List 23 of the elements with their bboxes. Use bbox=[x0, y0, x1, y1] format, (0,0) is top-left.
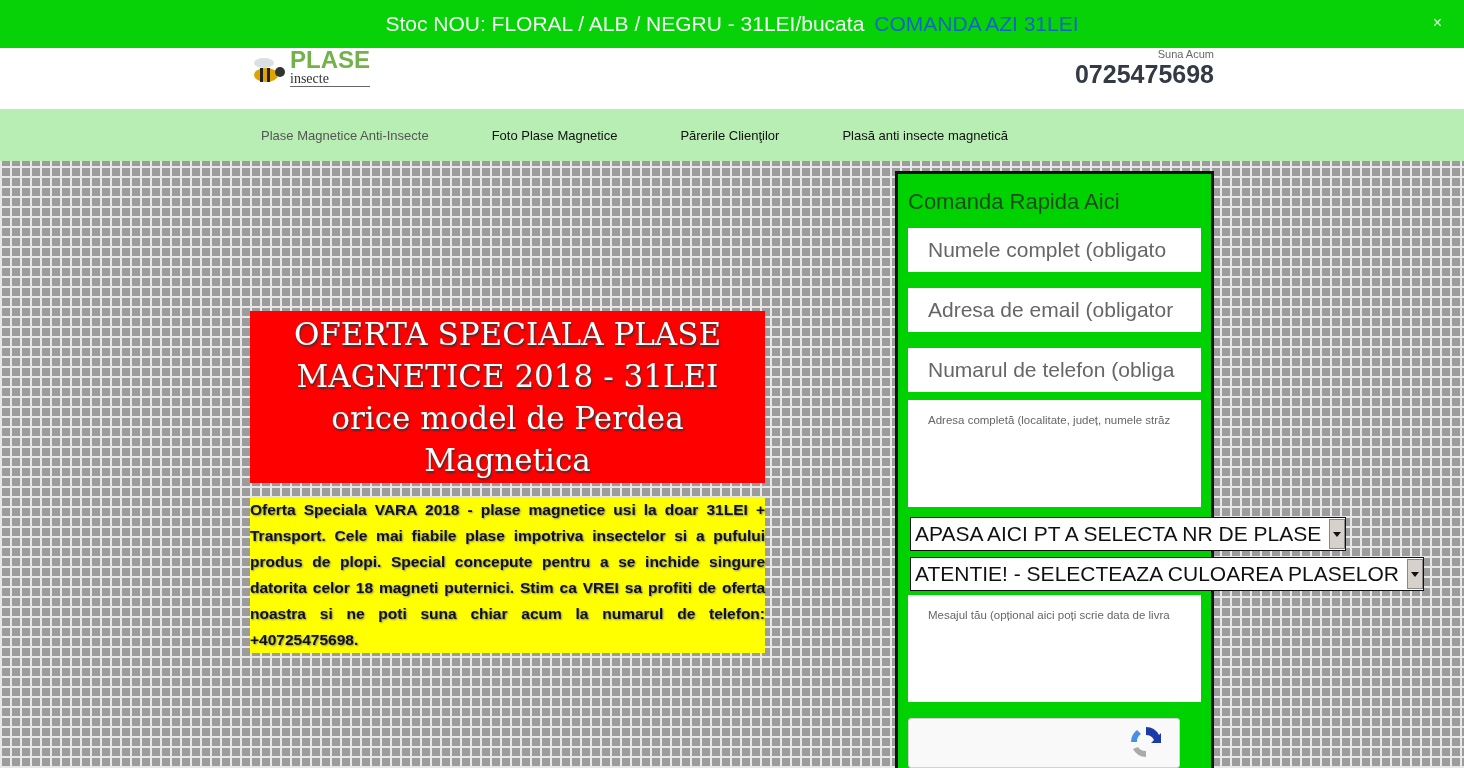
text-field[interactable]: Adresa de email (obligator bbox=[908, 288, 1201, 332]
recaptcha-icon bbox=[1131, 727, 1161, 757]
call-label: Suna Acum bbox=[1157, 48, 1214, 60]
caret-icon bbox=[1333, 531, 1342, 537]
text-field[interactable]: Numele complet (obligato bbox=[908, 228, 1201, 272]
phone-number: 0725475698 bbox=[1074, 60, 1214, 88]
select-field[interactable]: APASA AICI PT A SELECTA NR DE PLASE bbox=[910, 517, 1347, 551]
text-area[interactable]: Mesajul tău (opțional aici poți scrie data de livra bbox=[908, 595, 1201, 702]
offer-text: Oferta Speciala VARA 2018 - plase magnetice usi la doar 31LEI + Transport. Cele mai fiabile plase impotriva insectelor si a pufului produs de plopi. Special concepute pentru a se inchide singure datorita celor 18 magneti puternici. Stim ca VREI sa profiti de oferta noastra si ne poti suna chiar acum la numarul de telefon: +40725475698. bbox=[250, 497, 765, 653]
nav-link[interactable]: Părerile Clienţilor bbox=[680, 127, 780, 143]
logo-subtitle: insecte bbox=[290, 72, 370, 87]
nav-link[interactable]: Plasă anti insecte magnetică bbox=[842, 127, 1008, 143]
nav-link[interactable]: Foto Plase Magnetice bbox=[491, 127, 618, 143]
logo-title: PLASE bbox=[290, 48, 370, 72]
caret-icon bbox=[1410, 571, 1419, 577]
offer-title: OFERTA SPECIALA PLASE MAGNETICE 2018 - 31LEI orice model de Perdea Magnetica bbox=[250, 311, 765, 483]
select-field[interactable]: ATENTIE! - SELECTEAZA CULOAREA PLASELOR bbox=[910, 557, 1424, 591]
form-title: Comanda Rapida Aici bbox=[908, 188, 1121, 216]
nav-link[interactable]: Plase Magnetice Anti-Insecte bbox=[261, 127, 429, 143]
captcha-widget[interactable] bbox=[908, 718, 1180, 768]
banner-text: Stoc NOU: FLORAL / ALB / NEGRU - 31LEI/bucata bbox=[385, 12, 865, 36]
text-field[interactable]: Numarul de telefon (obliga bbox=[908, 348, 1201, 392]
text-area[interactable]: Adresa completă (localitate, județ, numele străz bbox=[908, 400, 1201, 507]
